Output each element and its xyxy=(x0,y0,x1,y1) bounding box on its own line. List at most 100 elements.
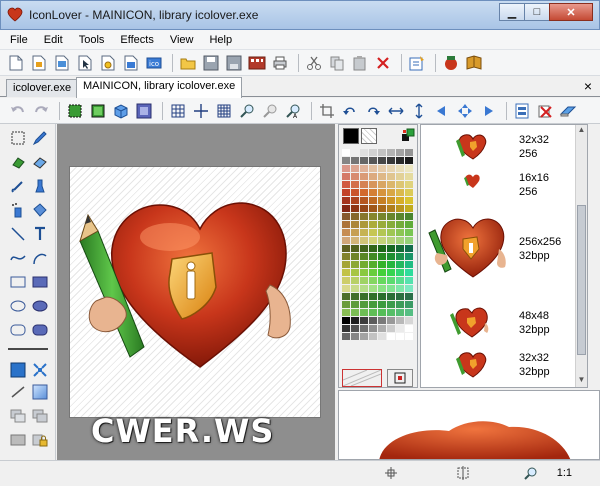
color-swatch[interactable] xyxy=(369,317,377,324)
tab-icolover-exe[interactable]: icolover.exe xyxy=(6,79,79,97)
color-swatch[interactable] xyxy=(369,333,377,340)
line-tool[interactable] xyxy=(8,224,28,244)
color-swatch[interactable] xyxy=(387,173,395,180)
transparency-tool[interactable] xyxy=(8,430,28,450)
color-swatch[interactable] xyxy=(360,317,368,324)
color-swatch[interactable] xyxy=(369,165,377,172)
color-swatch[interactable] xyxy=(342,261,350,268)
maximize-button[interactable]: □ xyxy=(524,3,550,21)
color-swatch[interactable] xyxy=(351,189,359,196)
color-swatch[interactable] xyxy=(387,317,395,324)
pixel-grid-button[interactable] xyxy=(214,101,234,121)
save-as-button[interactable] xyxy=(224,53,244,73)
color-swatch[interactable] xyxy=(378,253,386,260)
color-swatch[interactable] xyxy=(360,213,368,220)
color-swatch[interactable] xyxy=(387,333,395,340)
color-swatch[interactable] xyxy=(396,293,404,300)
color-swatch[interactable] xyxy=(351,261,359,268)
select-tool[interactable] xyxy=(8,128,28,148)
color-swatch[interactable] xyxy=(369,301,377,308)
color-swatch[interactable] xyxy=(396,277,404,284)
color-swatch[interactable] xyxy=(378,277,386,284)
color-swatch[interactable] xyxy=(405,309,413,316)
color-swatch[interactable] xyxy=(378,149,386,156)
color-swatch[interactable] xyxy=(342,197,350,204)
color-swatch[interactable] xyxy=(405,237,413,244)
color-swatch[interactable] xyxy=(360,197,368,204)
color-swatch[interactable] xyxy=(396,309,404,316)
color-swatch[interactable] xyxy=(387,181,395,188)
color-swatch[interactable] xyxy=(405,205,413,212)
color-swatch[interactable] xyxy=(387,213,395,220)
color-swatch[interactable] xyxy=(387,237,395,244)
color-swatch[interactable] xyxy=(387,205,395,212)
brush-tool[interactable] xyxy=(8,176,28,196)
color-swatch[interactable] xyxy=(396,285,404,292)
image-format-button[interactable] xyxy=(512,101,532,121)
color-swatch[interactable] xyxy=(360,285,368,292)
ellipse-tool[interactable] xyxy=(8,296,28,316)
color-swatch[interactable] xyxy=(369,277,377,284)
flip-vertical-button[interactable] xyxy=(409,101,429,121)
list-item[interactable]: 16x16 256 xyxy=(421,167,577,198)
color-swatch[interactable] xyxy=(360,229,368,236)
zoom-out-button[interactable] xyxy=(260,101,280,121)
color-swatch[interactable] xyxy=(369,173,377,180)
color-swatch[interactable] xyxy=(342,245,350,252)
canvas-area[interactable]: CWER.WS xyxy=(57,124,335,460)
color-swatch[interactable] xyxy=(369,285,377,292)
color-swatch[interactable] xyxy=(405,261,413,268)
scroll-up-icon[interactable]: ▲ xyxy=(576,125,587,137)
color-swatch[interactable] xyxy=(387,189,395,196)
color-swatch[interactable] xyxy=(342,325,350,332)
color-swatch[interactable] xyxy=(360,269,368,276)
color-swatch[interactable] xyxy=(360,181,368,188)
color-swatch[interactable] xyxy=(342,149,350,156)
app-heart-icon[interactable] xyxy=(7,7,23,23)
color-swatch[interactable] xyxy=(405,285,413,292)
color-swatch[interactable] xyxy=(369,245,377,252)
properties-button[interactable] xyxy=(407,53,427,73)
filled-rounded-rect-tool[interactable] xyxy=(30,320,50,340)
color-swatch[interactable] xyxy=(396,237,404,244)
rotate-right-button[interactable] xyxy=(363,101,383,121)
color-swatch[interactable] xyxy=(351,237,359,244)
color-swatch[interactable] xyxy=(369,253,377,260)
filled-ellipse-tool[interactable] xyxy=(30,296,50,316)
color-swatch[interactable] xyxy=(369,261,377,268)
color-swatch[interactable] xyxy=(351,245,359,252)
help-book-button[interactable] xyxy=(464,53,484,73)
color-swatch[interactable] xyxy=(405,149,413,156)
color-swatch[interactable] xyxy=(351,205,359,212)
wizard-button[interactable] xyxy=(441,53,461,73)
tab-mainicon[interactable]: MAINICON, library icolover.exe xyxy=(76,77,243,98)
menu-edit[interactable]: Edit xyxy=(36,34,71,46)
color-swatch[interactable] xyxy=(342,229,350,236)
menu-effects[interactable]: Effects xyxy=(112,34,161,46)
delete-button[interactable] xyxy=(373,53,393,73)
color-swatch[interactable] xyxy=(378,229,386,236)
color-swatch[interactable] xyxy=(342,317,350,324)
scroll-down-icon[interactable]: ▼ xyxy=(576,375,587,387)
color-swatch[interactable] xyxy=(342,237,350,244)
shift-left-button[interactable] xyxy=(432,101,452,121)
color-swatch[interactable] xyxy=(396,229,404,236)
line-width-selector[interactable] xyxy=(6,342,50,356)
color-swatch[interactable] xyxy=(360,149,368,156)
color-swatch[interactable] xyxy=(378,293,386,300)
color-swatch[interactable] xyxy=(351,317,359,324)
new-icon-button[interactable] xyxy=(121,53,141,73)
color-swatch[interactable] xyxy=(369,189,377,196)
flip-horizontal-button[interactable] xyxy=(386,101,406,121)
color-swatch[interactable] xyxy=(351,157,359,164)
color-swatch[interactable] xyxy=(396,189,404,196)
color-swatch[interactable] xyxy=(396,213,404,220)
color-swatch[interactable] xyxy=(360,301,368,308)
grid-button[interactable] xyxy=(168,101,188,121)
color-swatch[interactable] xyxy=(405,333,413,340)
color-swatch[interactable] xyxy=(342,333,350,340)
menu-view[interactable]: View xyxy=(162,34,202,46)
color-swatch[interactable] xyxy=(378,213,386,220)
color-swatch[interactable] xyxy=(405,317,413,324)
cut-button[interactable] xyxy=(304,53,324,73)
